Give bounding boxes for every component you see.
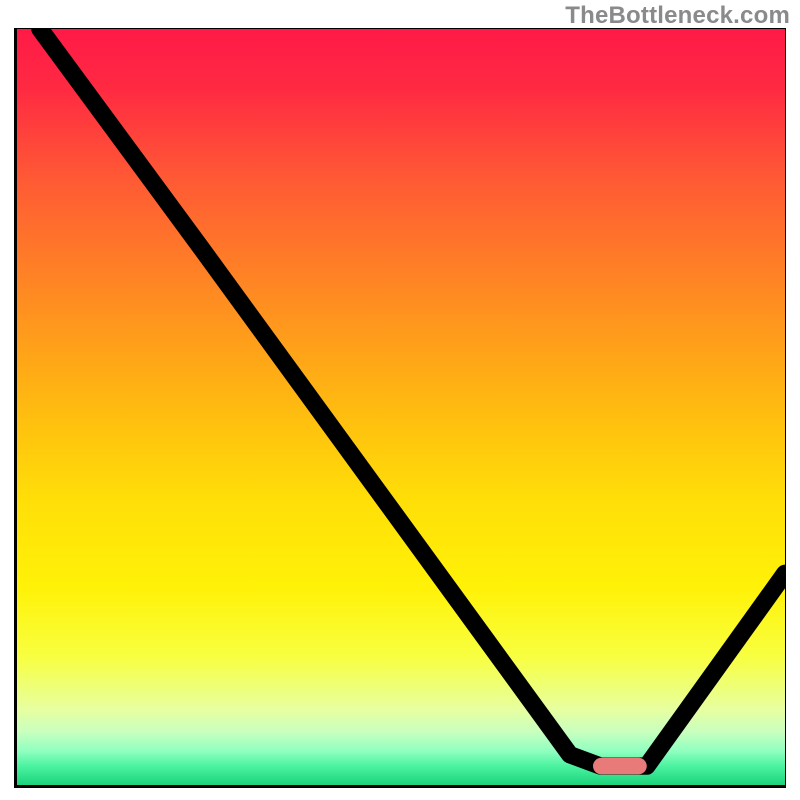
optimal-marker xyxy=(593,758,647,775)
plot-area xyxy=(14,28,786,788)
heatmap-and-curve xyxy=(17,29,785,785)
chart-root: TheBottleneck.com xyxy=(0,0,800,800)
watermark: TheBottleneck.com xyxy=(565,2,790,30)
